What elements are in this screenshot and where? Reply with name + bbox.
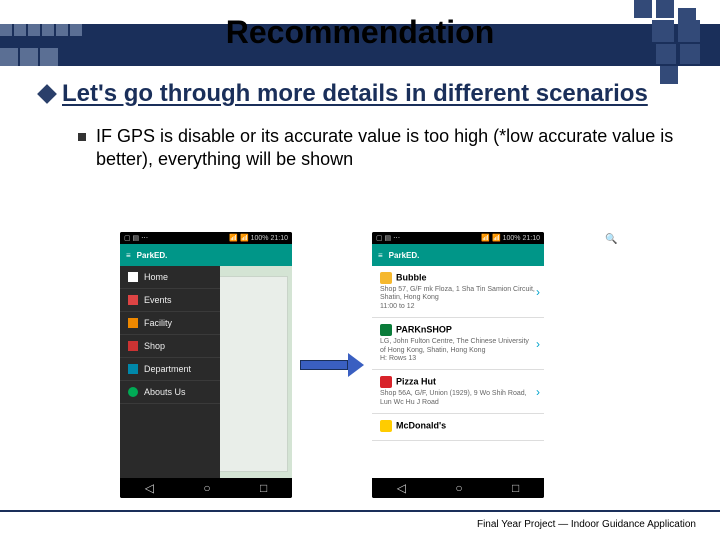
chevron-right-icon: › [536,285,540,299]
android-nav-bar: ◁ ○ □ [120,478,292,498]
menu-icon: ≡ [378,251,383,260]
diamond-bullet-icon [37,84,57,104]
back-icon: ◁ [397,481,406,495]
nav-item-events: Events [120,289,220,312]
bullet-text: IF GPS is disable or its accurate value … [96,125,680,172]
recent-icon: □ [512,481,519,495]
nav-item-facility: Facility [120,312,220,335]
footer-divider [0,510,720,512]
nav-item-home: Home [120,266,220,289]
nav-item-about: Abouts Us [120,381,220,404]
list-item: Bubble Shop 57, G/F mk Floza, 1 Sha Tin … [372,266,544,318]
square-bullet-icon [78,133,86,141]
app-bar: ≡ ParkED. [372,244,544,266]
phone-right: ▢ ▤ ⋯📶 📶 100% 21:10 ≡ ParkED. Bubble Sho… [372,232,544,498]
arrow-icon [300,353,364,377]
heading-text: Let's go through more details in differe… [62,80,648,109]
list-item: McDonald's [372,414,544,441]
bullet-row: IF GPS is disable or its accurate value … [78,125,680,172]
content-area: Let's go through more details in differe… [40,80,680,186]
heading-row: Let's go through more details in differe… [40,80,680,109]
recent-icon: □ [260,481,267,495]
chevron-right-icon: › [536,337,540,351]
phone-left: ▢ ▤ ⋯📶 📶 100% 21:10 ≡ ParkED. 🔍↻ Home Ev… [120,232,292,498]
results-list: Bubble Shop 57, G/F mk Floza, 1 Sha Tin … [372,266,544,478]
footer-text: Final Year Project — Indoor Guidance App… [477,519,696,530]
android-nav-bar: ◁ ○ □ [372,478,544,498]
screenshot-row: ▢ ▤ ⋯📶 📶 100% 21:10 ≡ ParkED. 🔍↻ Home Ev… [120,232,640,498]
status-bar: ▢ ▤ ⋯📶 📶 100% 21:10 [120,232,292,244]
app-title: ParkED. [389,251,420,260]
nav-drawer: Home Events Facility Shop Department Abo… [120,266,220,478]
nav-item-shop: Shop [120,335,220,358]
status-bar: ▢ ▤ ⋯📶 📶 100% 21:10 [372,232,544,244]
app-title: ParkED. [137,251,168,260]
home-icon: ○ [455,481,462,495]
list-item: PARKnSHOP LG, John Fulton Centre, The Ch… [372,318,544,370]
app-bar: ≡ ParkED. 🔍↻ [120,244,292,266]
nav-item-department: Department [120,358,220,381]
menu-icon: ≡ [126,251,131,260]
chevron-right-icon: › [536,385,540,399]
slide-title: Recommendation [0,14,720,51]
list-item: Pizza Hut Shop 56A, G/F, Union (1929), 9… [372,370,544,414]
back-icon: ◁ [145,481,154,495]
home-icon: ○ [203,481,210,495]
